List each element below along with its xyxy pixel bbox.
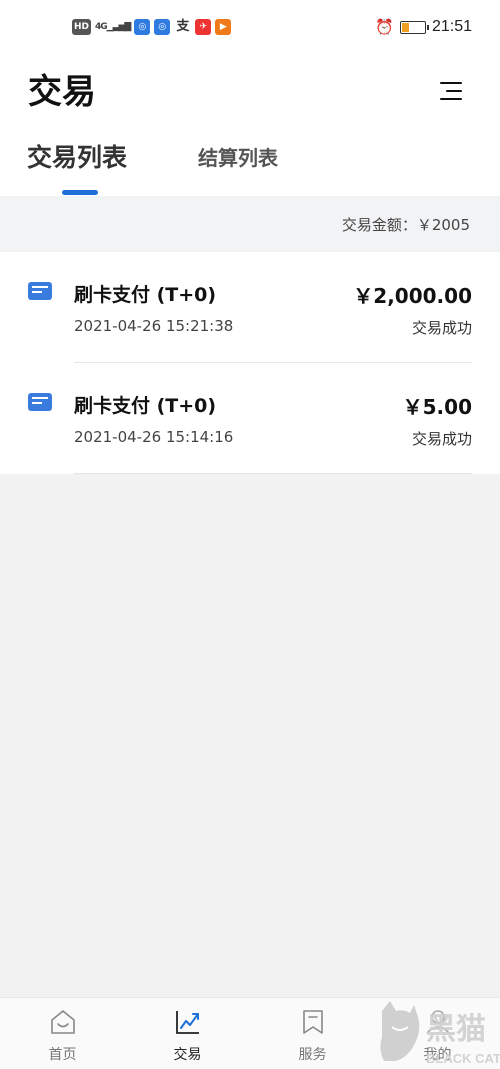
bookmark-icon	[302, 1010, 323, 1034]
tab-transaction-list[interactable]: 交易列表	[27, 138, 127, 174]
page-title: 交易	[28, 72, 96, 112]
tabbar-item-services[interactable]: 服务	[250, 998, 375, 1069]
battery-icon	[399, 20, 429, 34]
transaction-amount: ￥5.00	[402, 395, 472, 419]
app-notification-icon: ◎	[154, 19, 171, 35]
transaction-title: 刷卡支付 (T+0)	[74, 395, 217, 417]
menu-line	[440, 82, 462, 84]
transaction-status: 交易成功	[411, 319, 472, 337]
home-icon	[50, 1010, 75, 1034]
tabbar-label: 服务	[298, 1047, 327, 1063]
transaction-row[interactable]: 刷卡支付 (T+0) 2021-04-26 15:21:38 ￥2,000.00…	[0, 252, 500, 363]
active-tab-indicator	[62, 190, 98, 195]
page-header: 交易 交易列表 结算列表	[0, 56, 500, 196]
tabbar-item-home[interactable]: 首页	[0, 998, 125, 1069]
pay-notification-icon: 支	[176, 19, 190, 34]
menu-line	[440, 98, 462, 100]
transaction-list: 刷卡支付 (T+0) 2021-04-26 15:21:38 ￥2,000.00…	[0, 252, 500, 474]
app-notification-icon: ✈	[195, 19, 212, 35]
tab-settlement-list[interactable]: 结算列表	[198, 142, 278, 171]
menu-line	[446, 90, 462, 92]
filter-menu-button[interactable]	[434, 76, 464, 106]
svg-text:BLACK CAT: BLACK CAT	[426, 1051, 500, 1066]
svg-text:黑猫: 黑猫	[426, 1012, 486, 1047]
status-icons-left: HD 4G▁▃▅▇ ◎ ◎ 支 ✈ ▶	[72, 19, 232, 35]
transaction-amount: ￥2,000.00	[353, 284, 472, 308]
video-notification-icon: ▶	[215, 19, 232, 35]
app-notification-icon: ◎	[134, 19, 151, 35]
tabbar-label: 交易	[173, 1047, 202, 1063]
total-amount: 交易金额：￥2005	[341, 216, 470, 234]
hd-indicator: HD	[72, 19, 92, 35]
transaction-title: 刷卡支付 (T+0)	[74, 284, 217, 306]
card-payment-icon	[28, 393, 52, 411]
transaction-time: 2021-04-26 15:21:38	[74, 317, 234, 335]
transaction-time: 2021-04-26 15:14:16	[74, 428, 234, 446]
network-signal-icon: 4G▁▃▅▇	[95, 22, 131, 32]
row-divider	[74, 473, 472, 474]
card-payment-icon	[28, 282, 52, 300]
status-time: 21:51	[431, 18, 472, 35]
tab-strip: 交易列表 结算列表	[0, 130, 500, 196]
chart-icon	[175, 1011, 199, 1034]
black-cat-watermark: 黑猫 BLACK CAT	[380, 1001, 500, 1066]
status-icons-right: ⏰ 21:51	[375, 18, 472, 36]
tabbar-label: 首页	[48, 1047, 77, 1063]
tabbar-item-transactions[interactable]: 交易	[125, 998, 250, 1069]
status-bar: HD 4G▁▃▅▇ ◎ ◎ 支 ✈ ▶ ⏰ 21:51	[0, 0, 500, 56]
alarm-icon: ⏰	[375, 18, 394, 36]
bottom-tab-bar: 首页 交易 服务 我的 黑猫 BLACK CAT	[0, 997, 500, 1069]
transaction-row[interactable]: 刷卡支付 (T+0) 2021-04-26 15:14:16 ￥5.00 交易成…	[0, 363, 500, 474]
transaction-status: 交易成功	[411, 430, 472, 448]
transaction-summary: 交易金额：￥2005	[0, 196, 500, 252]
